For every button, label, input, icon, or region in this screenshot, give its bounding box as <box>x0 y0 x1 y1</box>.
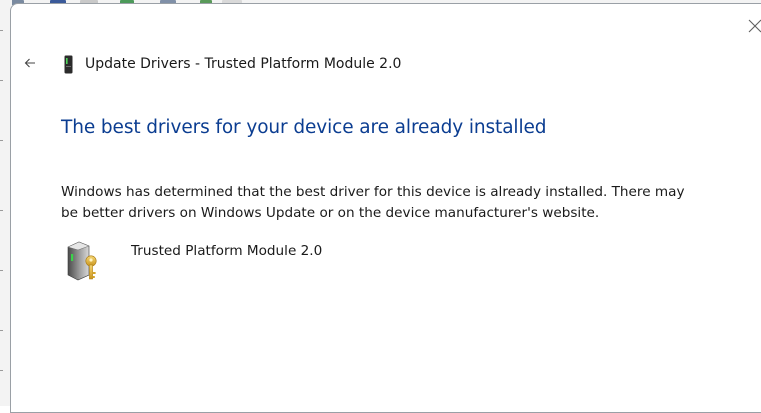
tpm-chip-icon <box>63 55 75 74</box>
dialog-title: Update Drivers - Trusted Platform Module… <box>85 56 402 72</box>
background-edge-mark <box>0 330 3 331</box>
background-edge-mark <box>0 210 3 211</box>
background-edge-mark <box>0 270 3 271</box>
close-icon <box>748 19 761 33</box>
status-description: Windows has determined that the best dri… <box>61 184 685 221</box>
background-edge-mark <box>0 30 3 31</box>
tpm-device-key-icon <box>63 240 103 282</box>
background-edge-mark <box>0 80 3 81</box>
back-arrow-icon <box>24 58 35 68</box>
back-button[interactable] <box>22 55 38 71</box>
device-name: Trusted Platform Module 2.0 <box>131 243 323 259</box>
background-edge-mark <box>0 370 3 371</box>
close-button[interactable] <box>746 17 761 35</box>
background-edge-mark <box>0 140 3 141</box>
page-heading: The best drivers for your device are alr… <box>61 117 547 138</box>
update-drivers-dialog: Update Drivers - Trusted Platform Module… <box>10 3 761 413</box>
